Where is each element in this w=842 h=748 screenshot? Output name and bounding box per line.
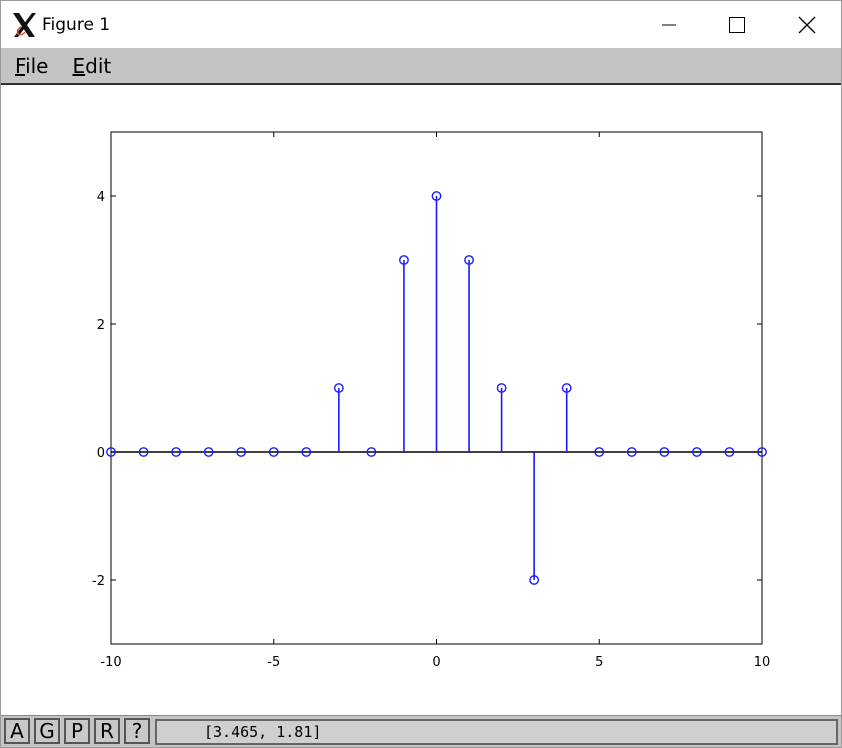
plot-area[interactable]: -10 -5 0 5 10 -2 0 2 4 bbox=[1, 85, 841, 715]
menu-edit-rest: dit bbox=[85, 53, 112, 78]
autoscale-button[interactable]: A bbox=[4, 718, 30, 744]
maximize-button[interactable] bbox=[702, 1, 772, 48]
figure-window: Figure 1 File Edit -10 -5 0 5 10 -2 0 2 4 A G P … bbox=[0, 0, 842, 748]
stem-plot[interactable]: -10 -5 0 5 10 -2 0 2 4 bbox=[1, 85, 841, 715]
menu-edit[interactable]: Edit bbox=[72, 54, 111, 78]
coordinates-readout: [3.465, 1.81] bbox=[155, 719, 838, 745]
print-button[interactable]: P bbox=[64, 718, 90, 744]
close-icon bbox=[798, 16, 816, 33]
menu-edit-mnemonic: E bbox=[72, 53, 86, 78]
menu-file-mnemonic: F bbox=[15, 53, 26, 78]
minimize-button[interactable] bbox=[634, 1, 704, 48]
menu-bar: File Edit bbox=[1, 48, 841, 85]
grid-button[interactable]: G bbox=[34, 718, 60, 744]
minimize-icon bbox=[662, 24, 676, 25]
close-button[interactable] bbox=[772, 1, 841, 48]
x-tick-label: -5 bbox=[267, 655, 280, 670]
y-tick-label: 4 bbox=[97, 190, 105, 205]
menu-file-rest: ile bbox=[25, 53, 49, 78]
title-bar[interactable]: Figure 1 bbox=[1, 1, 841, 48]
y-tick-label: -2 bbox=[92, 574, 105, 589]
menu-file[interactable]: File bbox=[15, 54, 48, 78]
maximize-icon bbox=[729, 16, 745, 33]
y-tick-label: 2 bbox=[97, 318, 105, 333]
rotate-button[interactable]: R bbox=[94, 718, 120, 744]
x-tick-label: 10 bbox=[754, 655, 771, 670]
help-button[interactable]: ? bbox=[124, 718, 150, 744]
x-tick-label: 0 bbox=[432, 655, 440, 670]
x-tick-label: -10 bbox=[100, 655, 121, 670]
x11-icon bbox=[13, 13, 36, 37]
bottom-toolbar: A G P R ? [3.465, 1.81] bbox=[1, 715, 841, 747]
window-title: Figure 1 bbox=[42, 15, 111, 35]
x-tick-label: 5 bbox=[595, 655, 603, 670]
y-tick-label: 0 bbox=[97, 446, 105, 461]
